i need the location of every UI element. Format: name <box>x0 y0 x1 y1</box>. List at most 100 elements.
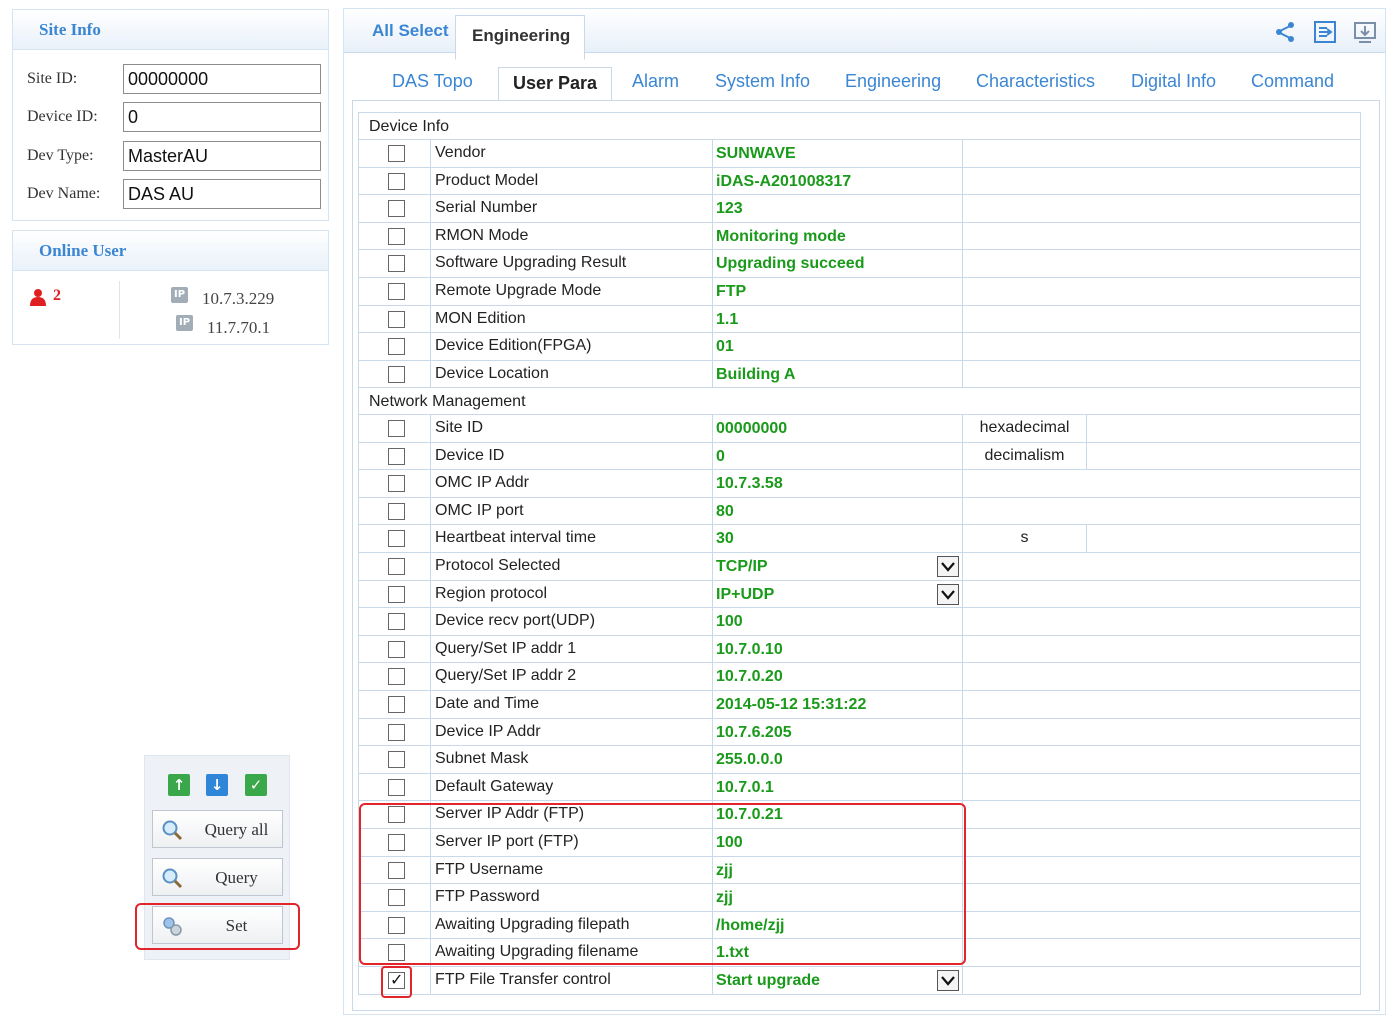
row-checkbox[interactable] <box>388 778 405 796</box>
checkbox-cell <box>359 580 431 608</box>
param-value[interactable]: FTP <box>713 278 963 305</box>
param-value[interactable]: 0 <box>713 442 963 470</box>
row-checkbox[interactable] <box>388 255 405 273</box>
row-checkbox[interactable] <box>388 640 405 658</box>
tab-das-topo[interactable]: DAS Topo <box>392 71 473 92</box>
param-row-site-id: Site ID 00000000 hexadecimal <box>358 415 1361 443</box>
tab-digital-info[interactable]: Digital Info <box>1131 71 1216 92</box>
tab-characteristics[interactable]: Characteristics <box>976 71 1095 92</box>
row-checkbox[interactable] <box>388 502 405 520</box>
param-value[interactable]: 00000000 <box>713 415 963 442</box>
param-value[interactable]: 123 <box>713 195 963 222</box>
param-value[interactable]: 10.7.0.1 <box>713 773 963 801</box>
tab-engineering-top[interactable]: Engineering <box>455 15 585 60</box>
param-value[interactable]: 10.7.0.10 <box>713 635 963 663</box>
param-value[interactable]: 80 <box>713 497 963 525</box>
device-id-field[interactable]: 0 <box>123 102 321 132</box>
chevron-down-icon[interactable] <box>937 583 959 605</box>
param-row-awaiting-upgrading-filename: Awaiting Upgrading filename 1.txt <box>358 939 1361 967</box>
dev-name-field[interactable]: DAS AU <box>123 179 321 209</box>
param-value[interactable]: 10.7.3.58 <box>713 470 963 497</box>
param-value[interactable]: 100 <box>713 608 963 635</box>
tab-alarm[interactable]: Alarm <box>632 71 679 92</box>
row-checkbox[interactable] <box>388 696 405 713</box>
row-checkbox[interactable] <box>388 145 405 162</box>
param-value[interactable]: 10.7.6.205 <box>713 718 963 746</box>
param-value[interactable]: Building A <box>713 360 963 388</box>
share-icon[interactable] <box>1273 20 1297 44</box>
query-all-button[interactable]: Query all <box>152 810 283 848</box>
param-value[interactable]: iDAS-A201008317 <box>713 167 963 195</box>
param-value[interactable]: SUNWAVE <box>713 140 963 167</box>
param-unit-empty <box>963 223 1087 250</box>
search-icon <box>162 820 183 841</box>
dev-type-field[interactable]: MasterAU <box>123 141 321 171</box>
row-checkbox[interactable] <box>388 530 405 548</box>
param-value[interactable]: zjj <box>713 884 963 911</box>
param-value[interactable]: zjj <box>713 856 963 884</box>
param-value[interactable]: 2014-05-12 15:31:22 <box>713 691 963 718</box>
row-checkbox[interactable] <box>388 834 405 851</box>
param-value[interactable]: 10.7.0.20 <box>713 663 963 690</box>
param-value[interactable]: 30 <box>713 525 963 552</box>
param-value[interactable]: 1.1 <box>713 305 963 333</box>
row-checkbox[interactable] <box>388 447 405 465</box>
row-checkbox[interactable] <box>388 200 405 218</box>
tab-all-select[interactable]: All Select <box>356 9 465 53</box>
chevron-down-icon[interactable] <box>937 556 959 577</box>
site-id-field[interactable]: 00000000 <box>123 64 321 94</box>
row-checkbox[interactable] <box>388 558 405 575</box>
row-checkbox[interactable] <box>388 861 405 879</box>
param-value[interactable]: 10.7.0.21 <box>713 801 963 828</box>
param-value[interactable]: IP+UDP <box>713 580 963 608</box>
param-value[interactable]: TCP/IP <box>713 553 963 580</box>
param-name: Device IP Addr <box>431 718 713 746</box>
row-checkbox[interactable] <box>388 227 405 245</box>
param-value[interactable]: 100 <box>713 829 963 856</box>
tab-user-para[interactable]: User Para <box>498 67 613 101</box>
tab-engineering[interactable]: Engineering <box>845 71 941 92</box>
param-name: RMON Mode <box>431 222 713 250</box>
checkbox-cell <box>359 360 431 388</box>
param-value[interactable]: 1.txt <box>713 939 963 966</box>
row-checkbox[interactable] <box>388 310 405 328</box>
param-value[interactable]: Upgrading succeed <box>713 250 963 277</box>
checkbox-cell <box>359 250 431 277</box>
row-checkbox[interactable] <box>388 613 405 631</box>
param-name: Device ID <box>431 442 713 470</box>
param-value[interactable]: 255.0.0.0 <box>713 746 963 773</box>
row-checkbox[interactable] <box>388 944 405 962</box>
set-button[interactable]: Set <box>152 906 283 944</box>
row-checkbox[interactable] <box>388 916 405 934</box>
row-checkbox[interactable] <box>388 338 405 356</box>
dev-type-label: Dev Type: <box>27 147 94 164</box>
chevron-down-icon[interactable] <box>937 970 959 991</box>
row-checkbox[interactable] <box>388 889 405 907</box>
export-icon[interactable] <box>1313 20 1337 44</box>
import-icon[interactable]: ↓ <box>206 774 228 796</box>
row-checkbox[interactable] <box>388 668 405 686</box>
upload-icon[interactable]: ↑ <box>168 774 190 796</box>
param-value[interactable]: Start upgrade <box>713 967 963 994</box>
param-row-query-set-ip-addr-2: Query/Set IP addr 2 10.7.0.20 <box>358 663 1361 691</box>
tab-command[interactable]: Command <box>1251 71 1334 92</box>
row-checkbox[interactable] <box>388 365 405 383</box>
param-name: Device Location <box>431 360 713 388</box>
row-checkbox[interactable] <box>388 283 405 300</box>
row-checkbox[interactable] <box>388 172 405 190</box>
download-icon[interactable] <box>1353 20 1377 44</box>
param-value[interactable]: /home/zjj <box>713 911 963 939</box>
row-checkbox[interactable] <box>388 751 405 769</box>
confirm-icon[interactable]: ✓ <box>245 774 267 796</box>
param-value[interactable]: Monitoring mode <box>713 222 963 250</box>
row-checkbox[interactable] <box>388 420 405 437</box>
row-checkbox[interactable] <box>388 585 405 603</box>
row-checkbox[interactable] <box>388 806 405 824</box>
row-checkbox[interactable] <box>388 723 405 741</box>
row-checkbox[interactable] <box>388 475 405 493</box>
checkbox-cell <box>359 140 431 167</box>
param-value[interactable]: 01 <box>713 333 963 360</box>
tab-system-info[interactable]: System Info <box>715 71 810 92</box>
row-checkbox[interactable] <box>388 970 405 989</box>
query-button[interactable]: Query <box>152 858 283 896</box>
